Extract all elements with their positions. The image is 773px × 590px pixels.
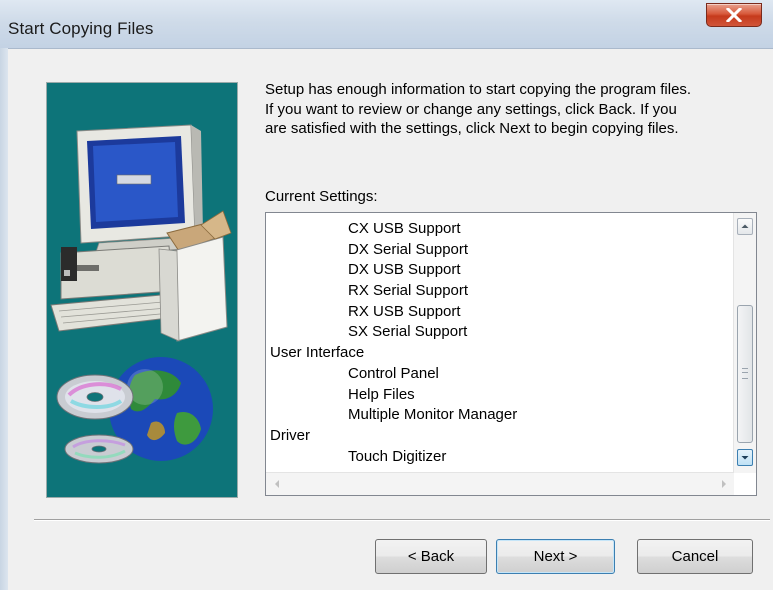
- cancel-button[interactable]: Cancel: [637, 539, 753, 574]
- settings-list-content: CX USB Support DX Serial Support DX USB …: [270, 219, 720, 467]
- chevron-left-icon[interactable]: [273, 479, 281, 489]
- current-settings-label: Current Settings:: [265, 188, 378, 205]
- window-border: [0, 48, 8, 590]
- grip-icon: [742, 368, 748, 379]
- list-item: User Interface: [270, 344, 365, 362]
- window-title: Start Copying Files: [8, 19, 154, 38]
- next-button[interactable]: Next >: [496, 539, 615, 574]
- list-item: CX USB Support: [348, 220, 461, 237]
- intro-line: If you want to review or change any sett…: [265, 100, 677, 118]
- computer-and-globe-illustration: [50, 124, 232, 464]
- vertical-scrollbar[interactable]: [733, 213, 756, 473]
- list-item: Driver: [270, 426, 310, 444]
- intro-line: are satisfied with the settings, click N…: [265, 120, 679, 137]
- close-icon: [726, 8, 742, 22]
- chevron-down-icon: [741, 456, 749, 460]
- intro-text: Setup has enough information to start co…: [265, 80, 757, 139]
- horizontal-scrollbar[interactable]: [266, 472, 734, 495]
- button-separator: [34, 519, 770, 521]
- title-bar[interactable]: Start Copying Files: [0, 0, 773, 49]
- list-item: Control Panel: [348, 364, 439, 382]
- list-item: DX Serial Support: [348, 240, 469, 258]
- list-item: Help Files: [348, 385, 415, 403]
- list-item: RX USB Support: [348, 302, 461, 320]
- current-settings-list[interactable]: CX USB Support DX Serial Support DX USB …: [265, 212, 757, 496]
- setup-dialog: Start Copying Files Setup has enough inf…: [0, 0, 773, 590]
- list-item: DX USB Support: [348, 261, 461, 279]
- list-item: SX Serial Support: [348, 323, 468, 341]
- back-button[interactable]: < Back: [375, 539, 487, 574]
- scroll-down-button[interactable]: [737, 449, 753, 466]
- list-item: Touch Digitizer: [348, 447, 447, 465]
- list-item: RX Serial Support: [348, 282, 469, 300]
- intro-line: Setup has enough information to start co…: [265, 81, 692, 98]
- list-item: Multiple Monitor Manager: [348, 406, 518, 424]
- chevron-up-icon: [741, 224, 749, 228]
- close-button[interactable]: [706, 3, 762, 27]
- vertical-scroll-thumb[interactable]: [737, 305, 753, 443]
- scroll-up-button[interactable]: [737, 218, 753, 235]
- chevron-right-icon[interactable]: [720, 479, 728, 489]
- wizard-illustration: [46, 82, 238, 498]
